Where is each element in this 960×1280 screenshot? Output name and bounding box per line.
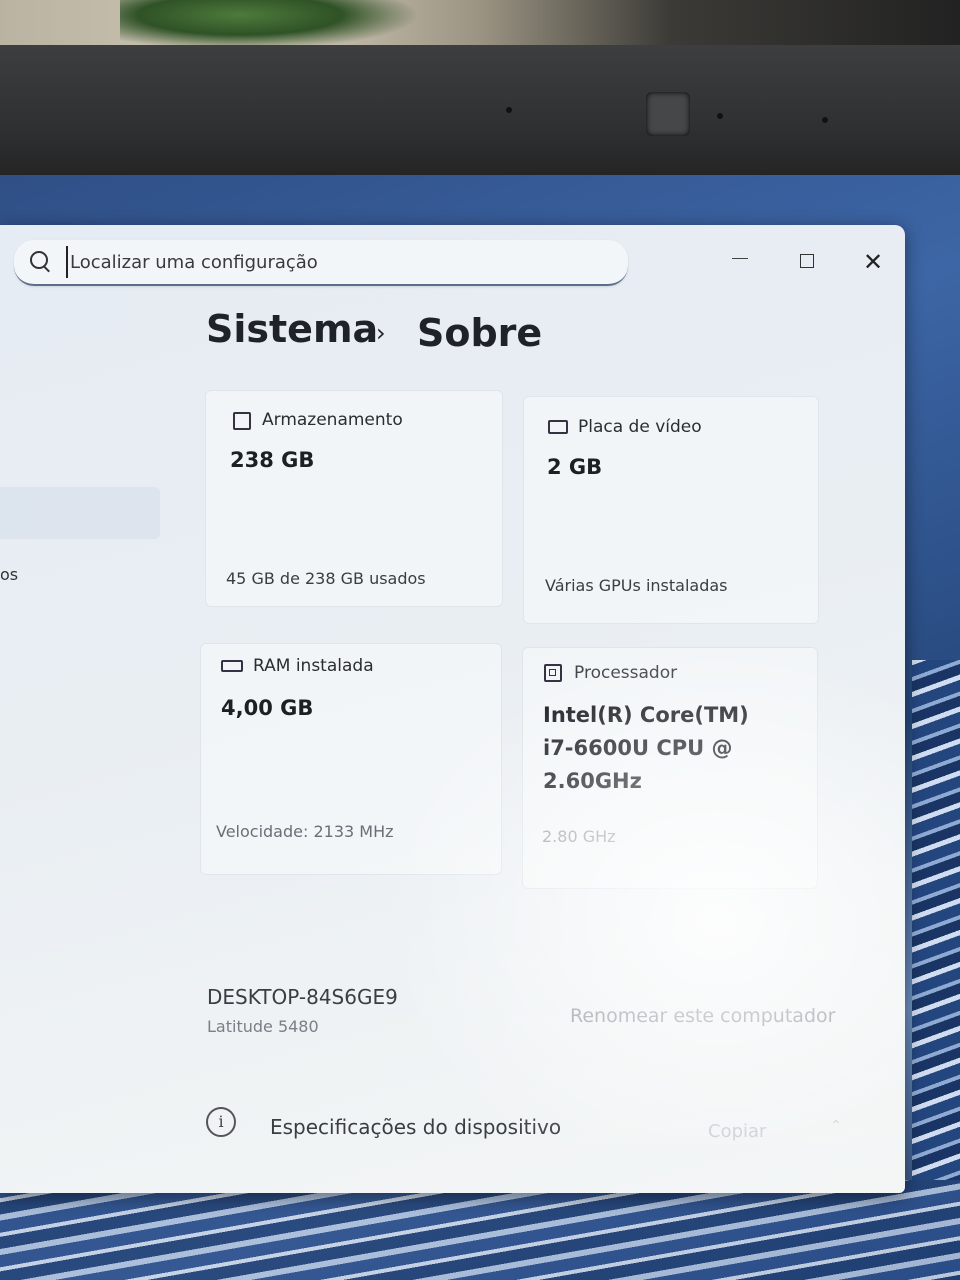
ram-card[interactable]: RAM instalada 4,00 GB Velocidade: 2133 M…: [200, 643, 502, 875]
desktop-wallpaper-bottom: [0, 1180, 960, 1280]
gpu-title: Placa de vídeo: [578, 417, 702, 437]
ram-speed: Velocidade: 2133 MHz: [216, 822, 394, 841]
storage-icon: [233, 412, 251, 430]
device-name: DESKTOP-84S6GE9: [207, 985, 398, 1009]
ram-title: RAM instalada: [253, 656, 374, 676]
rename-pc-button[interactable]: Renomear este computador: [570, 1005, 835, 1027]
minimize-button[interactable]: [720, 245, 760, 279]
chevron-up-icon[interactable]: ⌃: [830, 1118, 842, 1134]
cpu-model-line3: 2.60GHz: [543, 769, 642, 793]
maximize-button[interactable]: [787, 245, 827, 279]
processor-icon: [544, 664, 562, 682]
bezel-sensor: [822, 117, 828, 123]
cpu-model-line1: Intel(R) Core(TM): [543, 703, 749, 727]
storage-title: Armazenamento: [262, 410, 403, 430]
laptop-bezel: [0, 45, 960, 185]
storage-usage: 45 GB de 238 GB usados: [226, 569, 426, 588]
device-specs-header[interactable]: Especificações do dispositivo: [270, 1115, 561, 1139]
info-icon: i: [206, 1107, 236, 1137]
device-model: Latitude 5480: [207, 1017, 319, 1036]
ram-value: 4,00 GB: [221, 696, 314, 720]
cpu-title: Processador: [574, 663, 678, 683]
cpu-speed: 2.80 GHz: [542, 827, 616, 846]
cpu-card[interactable]: Processador Intel(R) Core(TM) i7-6600U C…: [522, 647, 818, 889]
breadcrumb-separator: ›: [376, 319, 386, 347]
ram-icon: [221, 660, 243, 672]
bezel-sensor: [506, 107, 512, 113]
copy-button[interactable]: Copiar: [708, 1121, 766, 1142]
close-button[interactable]: ✕: [853, 245, 893, 279]
gpu-detail: Várias GPUs instaladas: [545, 576, 728, 595]
desktop-wallpaper-edge: [912, 660, 960, 1180]
sidebar-item-label[interactable]: os: [0, 565, 18, 584]
breadcrumb-parent[interactable]: Sistema: [206, 307, 378, 351]
gpu-icon: [548, 420, 568, 434]
search-input[interactable]: [66, 246, 612, 278]
cpu-model-line2: i7-6600U CPU @: [543, 736, 733, 760]
gpu-value: 2 GB: [547, 455, 603, 479]
background-plant: [120, 0, 420, 50]
storage-value: 238 GB: [230, 448, 315, 472]
settings-window: os ✕ Sistema › Sobre Armazenamento 238 G…: [0, 225, 905, 1193]
gpu-card[interactable]: Placa de vídeo 2 GB Várias GPUs instalad…: [523, 396, 819, 624]
storage-card[interactable]: Armazenamento 238 GB 45 GB de 238 GB usa…: [205, 390, 503, 607]
bezel-sensor: [717, 113, 723, 119]
sidebar-selected-item[interactable]: [0, 487, 160, 539]
webcam: [646, 92, 690, 136]
search-box[interactable]: [14, 240, 628, 286]
search-icon: [30, 251, 48, 269]
page-title: Sobre: [417, 311, 543, 355]
